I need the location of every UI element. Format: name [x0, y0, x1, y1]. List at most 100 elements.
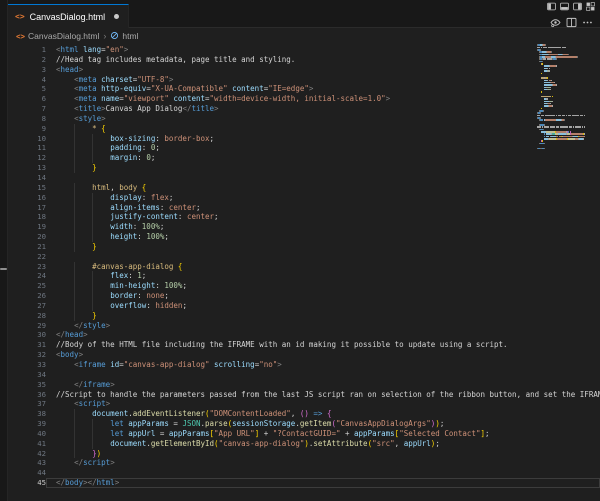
- indent-guide: [92, 300, 94, 311]
- indent-guide: [74, 133, 76, 144]
- line-number: 1: [41, 45, 46, 54]
- code-line[interactable]: 24 flex: 1;: [8, 271, 600, 282]
- code-line[interactable]: 40 let appUrl = appParams["App URL"] + "…: [8, 428, 600, 439]
- code-line[interactable]: 1 <html lang="en">: [8, 45, 600, 55]
- code-line[interactable]: 17 align-items: center;: [8, 202, 600, 213]
- code-line[interactable]: 41 document.getElementById("canvas-app-d…: [8, 438, 600, 449]
- code-line[interactable]: 7 <title>Canvas App Dialog</title>: [8, 104, 600, 114]
- minimap[interactable]: [537, 44, 585, 164]
- code-line[interactable]: 2//Head tag includes metadata, page titl…: [8, 55, 600, 65]
- line-number: 6: [41, 94, 46, 104]
- editor-actions: [550, 16, 593, 28]
- code-line[interactable]: 27 overflow: hidden;: [8, 300, 600, 311]
- line-number: 40: [37, 428, 46, 438]
- code-line[interactable]: 14: [8, 173, 600, 183]
- left-edge-strip: [0, 0, 8, 501]
- code-line[interactable]: 45 </body></html>: [8, 478, 600, 488]
- code-line[interactable]: 28 }: [8, 310, 600, 321]
- layout-sidebar-left-icon[interactable]: [547, 2, 556, 11]
- code-line[interactable]: 38 document.addEventListener("DOMContent…: [8, 409, 600, 420]
- indent-guide: [74, 123, 76, 134]
- code-line[interactable]: 21 }: [8, 241, 600, 252]
- breadcrumb: <> CanvasDialog.html › html: [8, 28, 600, 44]
- open-preview-icon[interactable]: [550, 17, 561, 28]
- modified-indicator-dot[interactable]: [114, 14, 120, 19]
- line-number: 32: [37, 350, 46, 360]
- tab-label: CanvasDialog.html: [29, 11, 106, 22]
- indent-guide: [74, 281, 76, 292]
- layout-sidebar-right-icon[interactable]: [573, 2, 582, 11]
- code-line[interactable]: 39 let appParams = JSON.parse(sessionSto…: [8, 419, 600, 429]
- line-number: 43: [37, 458, 46, 468]
- line-number: 22: [37, 251, 46, 261]
- more-actions-icon[interactable]: [582, 17, 593, 28]
- code-line[interactable]: 5 <meta http-equiv="X-UA-Compatible" con…: [8, 84, 600, 94]
- code-line[interactable]: 4 <meta charset="UTF-8">: [8, 75, 600, 85]
- code-line[interactable]: 19 width: 100%;: [8, 222, 600, 233]
- code-line[interactable]: 15 html, body {: [8, 182, 600, 193]
- code-line[interactable]: 42 }): [8, 448, 600, 459]
- code-line[interactable]: 11 padding: 0;: [8, 143, 600, 154]
- code-line[interactable]: 10 box-sizing: border-box;: [8, 133, 600, 144]
- indent-guide: [92, 202, 94, 213]
- vscode-window: <> CanvasDialog.html <> CanvasDialog.htm…: [0, 0, 600, 501]
- code-line[interactable]: 32 <body>: [8, 350, 600, 360]
- line-number: 25: [37, 281, 46, 291]
- minimap-content: [537, 44, 585, 150]
- line-number: 31: [37, 340, 46, 350]
- breadcrumb-file[interactable]: <> CanvasDialog.html: [16, 31, 99, 41]
- code-area: 1 <html lang="en"> 2//Head tag includes me…: [8, 45, 600, 488]
- code-line[interactable]: 44: [8, 468, 600, 478]
- indent-guide: [74, 241, 76, 252]
- indent-guide: [92, 192, 94, 203]
- code-line[interactable]: 30 </head>: [8, 330, 600, 340]
- line-number: 2: [41, 54, 46, 64]
- indent-guide: [92, 143, 94, 154]
- line-number: 26: [37, 291, 46, 301]
- code-line[interactable]: 43 </script>: [8, 458, 600, 468]
- code-line[interactable]: 3 <head>: [8, 65, 600, 75]
- code-line[interactable]: 25 min-height: 100%;: [8, 281, 600, 292]
- line-number: 44: [37, 468, 46, 478]
- line-number: 28: [37, 310, 46, 320]
- code-line[interactable]: 6 <meta name="viewport" content="width=d…: [8, 94, 600, 104]
- indent-guide: [92, 438, 94, 449]
- line-number: 27: [37, 300, 46, 310]
- code-line[interactable]: 35 </iframe>: [8, 380, 600, 390]
- code-line[interactable]: 13 }: [8, 163, 600, 173]
- sash-grip[interactable]: [0, 268, 7, 270]
- line-number: 38: [37, 409, 46, 419]
- indent-guide: [92, 153, 94, 164]
- indent-guide: [92, 133, 94, 144]
- line-number: 36: [37, 389, 46, 399]
- code-line[interactable]: 22: [8, 252, 600, 262]
- code-line[interactable]: 16 display: flex;: [8, 192, 600, 203]
- layout-panel-icon[interactable]: [560, 2, 569, 11]
- breadcrumb-symbol[interactable]: html: [110, 31, 138, 42]
- code-line[interactable]: 31//Body of the HTML file including the …: [8, 340, 600, 350]
- indent-guide: [92, 291, 94, 301]
- code-line[interactable]: 36//Script to handle the parameters pass…: [8, 390, 600, 400]
- code-line[interactable]: 8 <style>: [8, 114, 600, 124]
- code-line[interactable]: 20 height: 100%;: [8, 232, 600, 242]
- code-line[interactable]: 34: [8, 370, 600, 380]
- line-number: 35: [37, 379, 46, 389]
- line-number: 13: [37, 163, 46, 173]
- split-editor-icon[interactable]: [566, 17, 577, 28]
- tab-canvasdialog[interactable]: <> CanvasDialog.html: [8, 4, 130, 28]
- code-line[interactable]: 18 justify-content: center;: [8, 212, 600, 223]
- code-line[interactable]: 23 #canvas-app-dialog {: [8, 261, 600, 272]
- code-line[interactable]: 37 <script>: [8, 399, 600, 409]
- indent-guide: [92, 419, 94, 429]
- code-line[interactable]: 9 * {: [8, 123, 600, 134]
- code-line[interactable]: 29 </style>: [8, 321, 600, 331]
- customize-layout-icon[interactable]: [586, 2, 595, 11]
- code-line[interactable]: 26 border: none;: [8, 291, 600, 301]
- code-line[interactable]: 33 <iframe id="canvas-app-dialog" scroll…: [8, 360, 600, 370]
- line-number: 8: [41, 113, 46, 123]
- code-line[interactable]: 12 margin: 0;: [8, 153, 600, 164]
- line-number: 18: [37, 212, 46, 222]
- breadcrumb-file-label: CanvasDialog.html: [28, 31, 100, 41]
- line-number: 29: [37, 320, 46, 330]
- code-editor[interactable]: 1 <html lang="en"> 2//Head tag includes me…: [8, 44, 600, 501]
